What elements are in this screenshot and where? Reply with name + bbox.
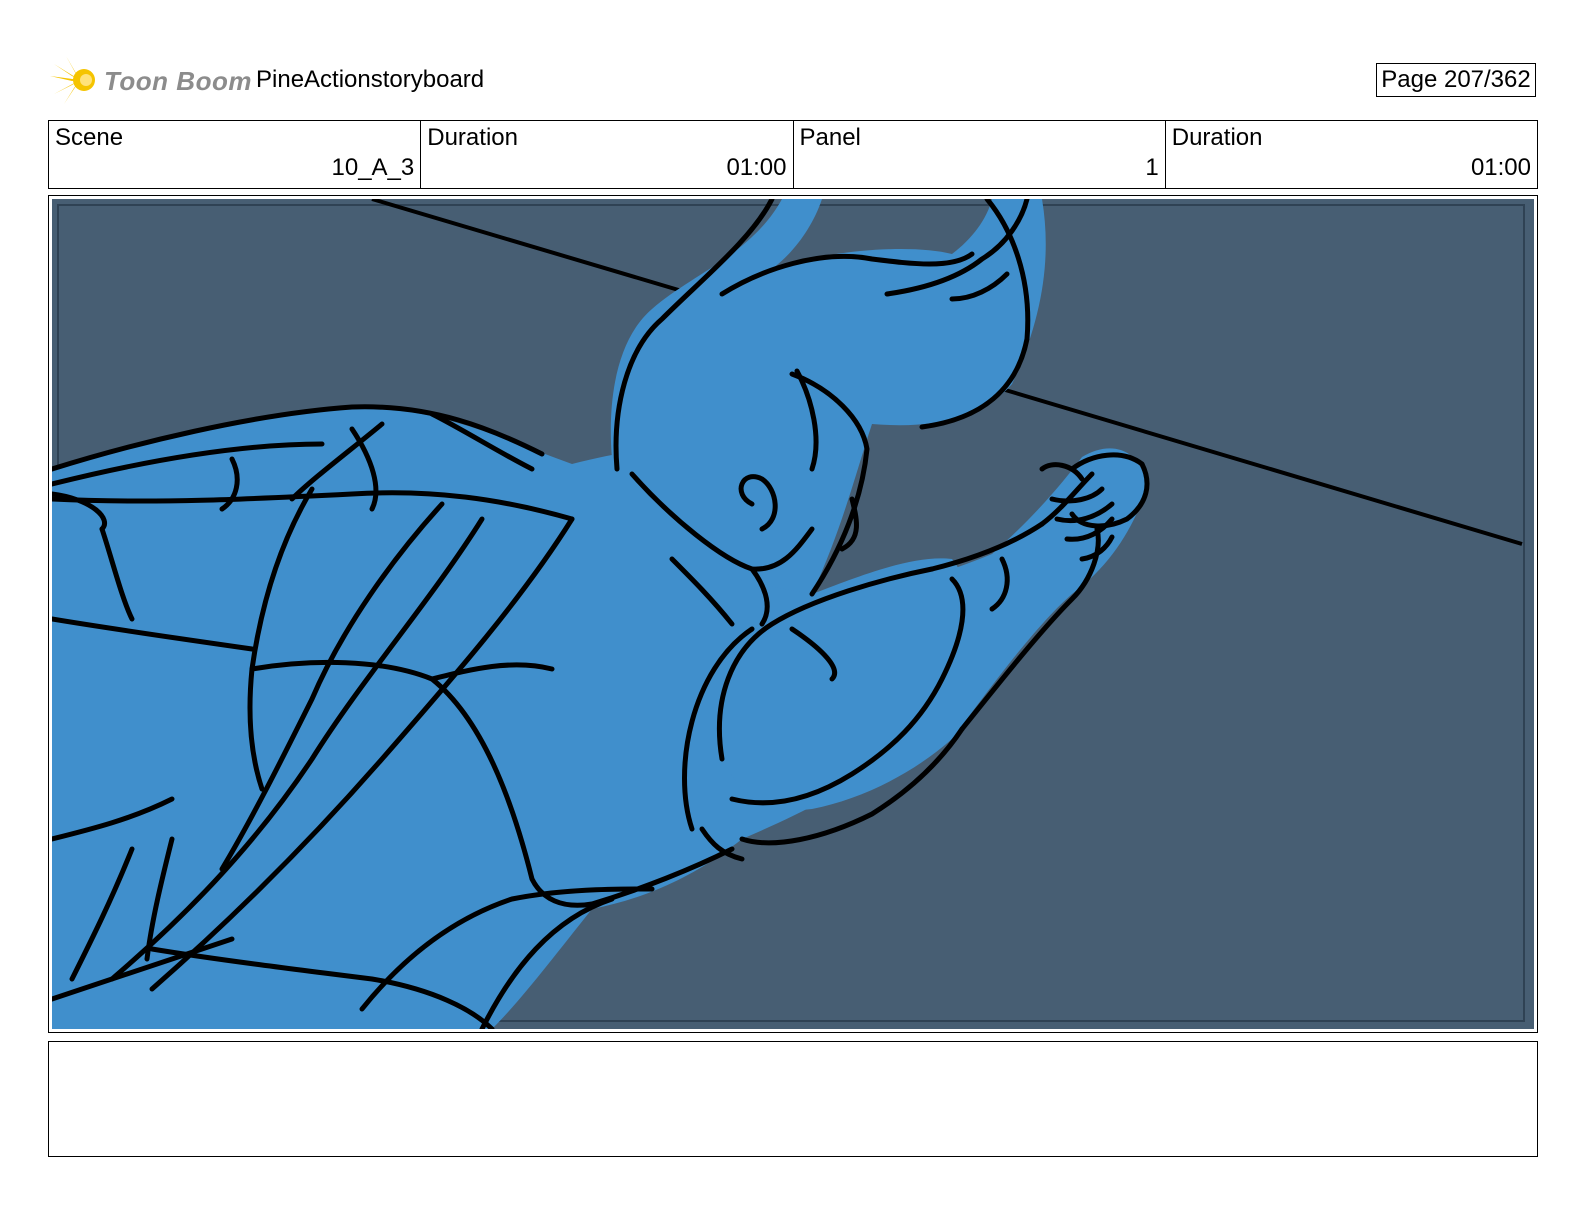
scene-label: Scene [55,124,124,151]
scene-duration-label: Duration [427,124,518,151]
page-indicator: Page 207/362 [1376,63,1536,97]
scene-cell: Scene 10_A_3 [49,121,422,188]
panel-value: 1 [1145,154,1159,181]
panel-cell: Panel 1 [794,121,1166,188]
panel-duration-label: Duration [1171,124,1263,151]
scene-duration-value: 01:00 [726,154,787,181]
panel-info-table: Scene 10_A_3 Duration 01:00 Panel 1 Dura… [48,120,1538,189]
scene-duration-cell: Duration 01:00 [421,121,794,188]
panel-notes-box [48,1041,1538,1157]
scene-value: 10_A_3 [331,154,415,181]
storyboard-panel-frame [48,195,1538,1033]
logo-text: Toon Boom [104,66,252,96]
storyboard-panel-image [52,199,1534,1029]
starburst-logo-icon [50,56,95,104]
project-title: PineActionstoryboard [256,66,485,93]
character-sketch-drawing [52,199,1525,1029]
toon-boom-logo: Toon Boom [50,54,251,108]
panel-duration-cell: Duration 01:00 [1166,121,1537,188]
panel-label: Panel [799,124,861,151]
panel-duration-value: 01:00 [1470,154,1531,181]
